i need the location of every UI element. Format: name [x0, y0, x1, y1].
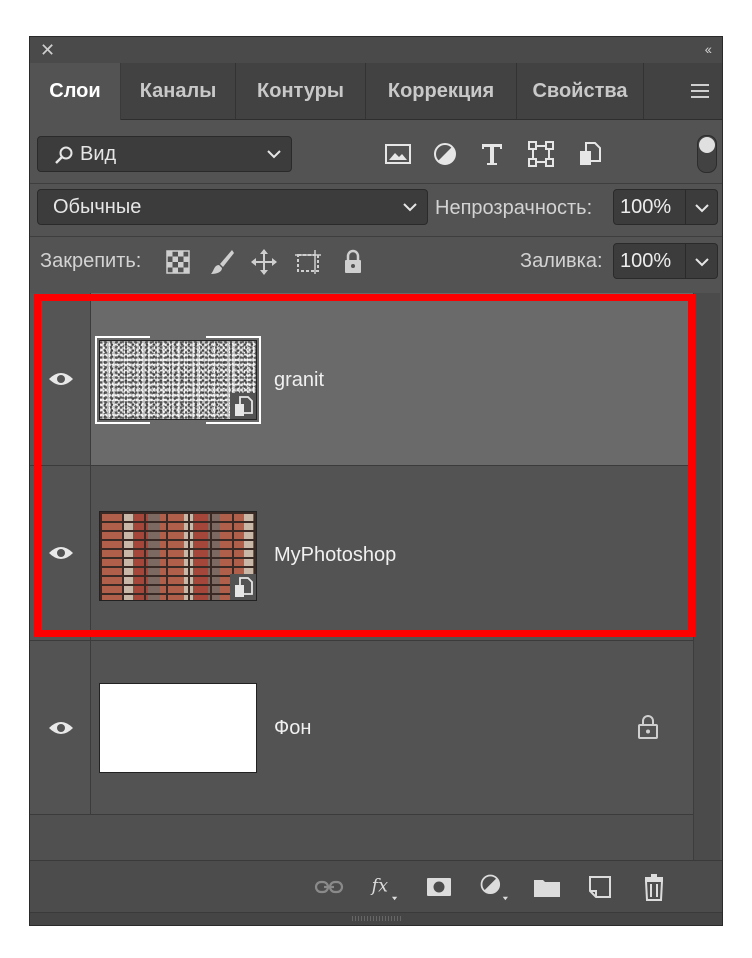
visibility-column — [30, 466, 91, 640]
delete-icon[interactable] — [639, 872, 669, 902]
adjustment-layer-icon[interactable] — [478, 872, 508, 902]
lock-transparent-pixels-icon[interactable] — [163, 247, 193, 277]
adjustment-filter-icon[interactable] — [430, 139, 460, 169]
layers-scrollbar[interactable] — [693, 293, 720, 868]
layers-bottom-toolbar: fx — [30, 860, 722, 913]
layer-row-background[interactable]: Фон — [30, 641, 693, 815]
layers-list: granit MyPhotoshop Фон — [30, 293, 693, 868]
fx-icon[interactable]: fx — [369, 872, 399, 902]
filter-kind-label: Вид — [80, 143, 117, 165]
chevron-down-icon — [403, 203, 417, 212]
filter-kind-dropdown[interactable]: Вид — [37, 136, 292, 172]
panel-titlebar: ✕ ‹‹ — [30, 37, 722, 63]
fill-input[interactable]: 100% — [613, 243, 686, 279]
lock-position-icon[interactable] — [249, 247, 279, 277]
tab-layers[interactable]: Слои — [30, 63, 121, 120]
panel-tabs: Слои Каналы Контуры Коррекция Свойства — [30, 63, 722, 120]
fill-dropdown-button[interactable] — [686, 243, 718, 279]
divider — [30, 183, 722, 184]
layer-lock-icon — [638, 715, 658, 739]
search-icon — [55, 146, 73, 164]
panel-menu-icon[interactable] — [690, 81, 710, 101]
svg-text:fx: fx — [370, 876, 389, 896]
visibility-column — [30, 293, 91, 465]
new-group-icon[interactable] — [532, 872, 562, 902]
collapse-icon[interactable]: ‹‹ — [705, 41, 712, 57]
lock-label: Закрепить: — [40, 250, 142, 272]
fill-label: Заливка: — [520, 250, 603, 272]
tab-adjustments[interactable]: Коррекция — [366, 63, 517, 119]
tab-paths[interactable]: Контуры — [236, 63, 366, 119]
opacity-dropdown-button[interactable] — [686, 189, 718, 225]
smart-object-badge-icon — [230, 393, 256, 419]
divider — [30, 236, 722, 237]
resize-grip[interactable] — [30, 912, 722, 925]
eye-icon[interactable] — [47, 543, 75, 563]
link-layers-icon[interactable] — [314, 872, 344, 902]
layer-thumbnail-background — [99, 683, 257, 773]
shape-filter-icon[interactable] — [526, 139, 556, 169]
tab-properties[interactable]: Свойства — [517, 63, 644, 119]
type-filter-icon[interactable] — [477, 139, 507, 169]
lock-image-pixels-icon[interactable] — [207, 247, 237, 277]
layer-row-granit[interactable]: granit — [30, 293, 693, 466]
image-filter-icon[interactable] — [383, 139, 413, 169]
layer-row-myphotoshop[interactable]: MyPhotoshop — [30, 466, 693, 641]
opacity-input[interactable]: 100% — [613, 189, 686, 225]
eye-icon[interactable] — [47, 718, 75, 738]
blend-mode-dropdown[interactable]: Обычные — [37, 189, 428, 225]
chevron-down-icon — [695, 204, 709, 213]
layer-name-background[interactable]: Фон — [274, 717, 311, 740]
layer-thumbnail-myphotoshop — [99, 511, 257, 601]
lock-all-icon[interactable] — [338, 247, 368, 277]
lock-artboard-icon[interactable] — [293, 247, 323, 277]
layer-mask-icon[interactable] — [424, 872, 454, 902]
blend-mode-value: Обычные — [53, 196, 142, 218]
opacity-label: Непрозрачность: — [435, 197, 593, 219]
visibility-column — [30, 641, 91, 814]
layer-thumbnail-granit — [99, 340, 257, 420]
layer-name-granit[interactable]: granit — [274, 369, 324, 392]
smart-object-badge-icon — [230, 574, 256, 600]
chevron-down-icon — [267, 150, 281, 159]
filter-toggle-knob — [699, 137, 715, 153]
tab-channels[interactable]: Каналы — [121, 63, 236, 119]
filter-toggle[interactable] — [697, 135, 717, 173]
layer-name-myphotoshop[interactable]: MyPhotoshop — [274, 544, 396, 567]
close-icon[interactable]: ✕ — [40, 40, 55, 60]
layers-panel: ✕ ‹‹ Слои Каналы Контуры Коррекция Свойс… — [29, 36, 723, 926]
new-layer-icon[interactable] — [585, 872, 615, 902]
chevron-down-icon — [695, 258, 709, 267]
eye-icon[interactable] — [47, 369, 75, 389]
smart-object-filter-icon[interactable] — [575, 139, 605, 169]
